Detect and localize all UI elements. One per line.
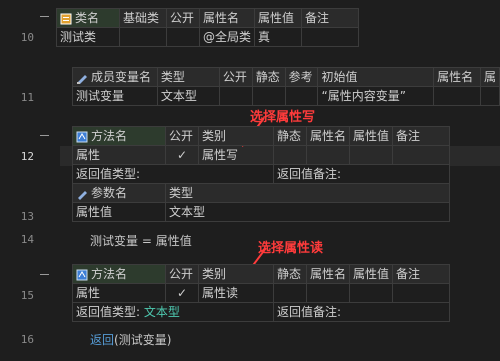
- class-name-cell[interactable]: 测试类: [56, 27, 120, 47]
- method-icon: [76, 131, 88, 142]
- code-operator: =: [141, 234, 152, 248]
- public-header: 公开: [166, 8, 200, 28]
- remark-cell[interactable]: [392, 145, 451, 165]
- remark-cell[interactable]: [392, 283, 451, 303]
- line-number: 11: [20, 91, 34, 104]
- attr-value-header: 属性值: [349, 264, 394, 284]
- attr-name-cell[interactable]: @全局类: [198, 27, 256, 47]
- member-name-header: 成员变量名: [72, 67, 158, 87]
- fold-marker[interactable]: [40, 135, 49, 136]
- static-cell[interactable]: [273, 145, 307, 165]
- remark-cell[interactable]: [301, 27, 360, 47]
- static-cell[interactable]: [273, 283, 307, 303]
- category-header: 类别: [198, 264, 274, 284]
- public-header: 公开: [218, 67, 253, 87]
- code-variable: 测试变量: [90, 234, 139, 248]
- attr-value-cell[interactable]: [349, 145, 394, 165]
- public-header: 公开: [165, 264, 199, 284]
- public-check-icon[interactable]: ✓: [165, 283, 199, 303]
- category-header: 类别: [198, 126, 274, 146]
- static-header: 静态: [251, 67, 286, 87]
- param-name-header: 参数名: [72, 183, 166, 203]
- attr-name-header: 属性名: [198, 8, 256, 28]
- class-table: 类名 基础类 公开 属性名 属性值 备注 测试类 @全局类 真: [56, 8, 360, 47]
- attr-name-cell[interactable]: [305, 283, 351, 303]
- line-number: 10: [20, 31, 34, 44]
- attr-value-header: 属性值: [349, 126, 394, 146]
- attr-partial-cell[interactable]: [479, 86, 500, 106]
- member-variable-table: 成员变量名 类型 公开 静态 参考 初始值 属性名 属 测试变量 文本型 “属性…: [72, 67, 500, 106]
- code-return-arg: (测试变量): [114, 333, 172, 347]
- method-table-read: 方法名 公开 类别 静态 属性名 属性值 备注 属性 ✓ 属性读 返回值类型: …: [72, 264, 451, 322]
- method-name-cell[interactable]: 属性: [72, 145, 166, 165]
- public-cell[interactable]: [166, 27, 200, 47]
- public-header: 公开: [165, 126, 199, 146]
- line-number: 14: [20, 233, 34, 246]
- method-name-cell[interactable]: 属性: [72, 283, 166, 303]
- param-type-cell[interactable]: 文本型: [164, 202, 451, 222]
- code-return-keyword: 返回: [90, 333, 115, 347]
- remark-header: 备注: [392, 264, 451, 284]
- line-number: 16: [20, 333, 34, 346]
- attr-name-header: 属性名: [433, 67, 481, 87]
- class-icon: [60, 13, 72, 24]
- member-variable-icon: [77, 74, 87, 84]
- return-note-row[interactable]: 返回值备注:: [272, 164, 451, 184]
- method-name-header: 方法名: [72, 126, 166, 146]
- fold-marker[interactable]: [40, 16, 49, 17]
- attr-partial-header: 属: [479, 67, 500, 87]
- remark-header: 备注: [301, 8, 360, 28]
- fold-marker[interactable]: [40, 274, 49, 275]
- public-check-icon[interactable]: ✓: [165, 145, 199, 165]
- attr-name-header: 属性名: [305, 126, 351, 146]
- base-class-header: 基础类: [119, 8, 167, 28]
- attr-name-cell[interactable]: [433, 86, 481, 106]
- public-cell[interactable]: [218, 86, 253, 106]
- static-header: 静态: [273, 126, 307, 146]
- initial-value-header: 初始值: [317, 67, 435, 87]
- return-type-row[interactable]: 返回值类型:: [72, 164, 274, 184]
- method-icon: [76, 269, 88, 280]
- type-header: 类型: [156, 67, 220, 87]
- reference-header: 参考: [284, 67, 319, 87]
- attr-value-header: 属性值: [254, 8, 303, 28]
- class-name-header: 类名: [56, 8, 120, 28]
- remark-header: 备注: [392, 126, 451, 146]
- parameter-icon: [78, 190, 87, 200]
- method-table-write: 方法名 公开 类别 静态 属性名 属性值 备注 属性 ✓ 属性写 返回值类型: …: [72, 126, 451, 222]
- code-statement[interactable]: 测试变量 = 属性值: [90, 232, 192, 249]
- attr-value-cell[interactable]: 真: [254, 27, 303, 47]
- attr-name-header: 属性名: [305, 264, 351, 284]
- reference-cell[interactable]: [284, 86, 319, 106]
- param-name-cell[interactable]: 属性值: [72, 202, 166, 222]
- static-cell[interactable]: [251, 86, 286, 106]
- line-number: 15: [20, 289, 34, 302]
- static-header: 静态: [273, 264, 307, 284]
- line-number: 13: [20, 210, 34, 223]
- return-type-row[interactable]: 返回值类型: 文本型: [72, 302, 274, 322]
- category-cell[interactable]: 属性读: [198, 283, 274, 303]
- method-name-header: 方法名: [72, 264, 166, 284]
- param-type-header: 类型: [164, 183, 451, 203]
- member-name-cell[interactable]: 测试变量: [72, 86, 158, 106]
- attr-value-cell[interactable]: [349, 283, 394, 303]
- attr-name-cell[interactable]: [305, 145, 351, 165]
- category-cell[interactable]: 属性写: [198, 145, 274, 165]
- return-note-row[interactable]: 返回值备注:: [272, 302, 451, 322]
- code-value: 属性值: [155, 234, 192, 248]
- line-number: 12: [20, 150, 34, 163]
- base-class-cell[interactable]: [119, 27, 167, 47]
- initial-value-cell[interactable]: “属性内容变量”: [317, 86, 435, 106]
- member-type-cell[interactable]: 文本型: [156, 86, 220, 106]
- code-return-statement[interactable]: 返回(测试变量): [90, 331, 171, 348]
